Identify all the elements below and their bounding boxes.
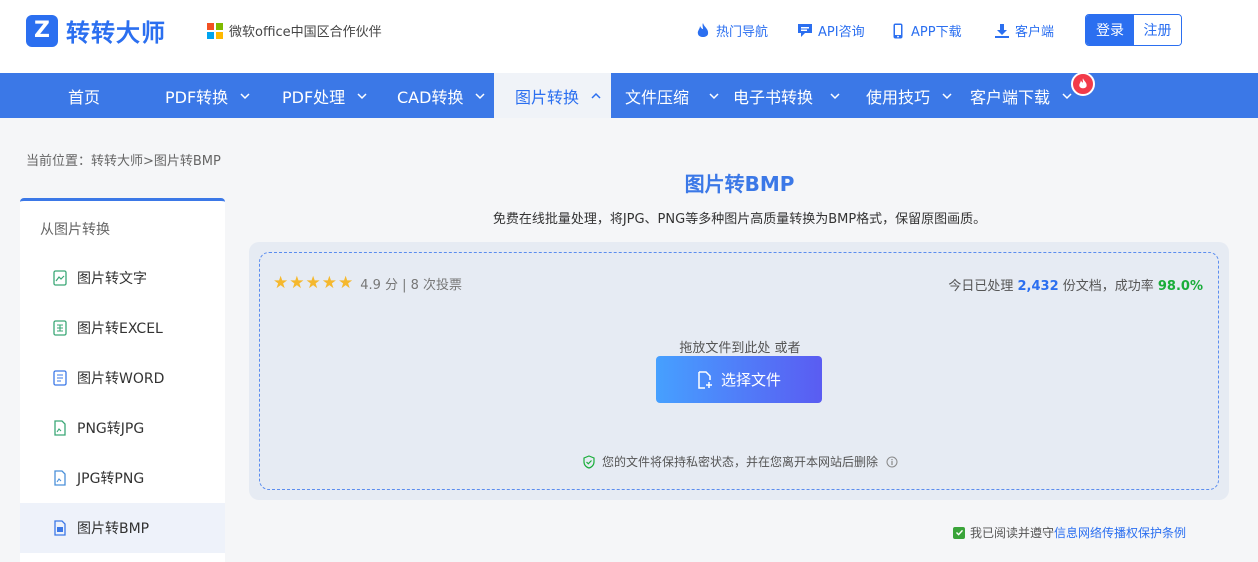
hot-nav-link[interactable]: 热门导航: [695, 21, 768, 40]
png-icon: [53, 420, 67, 436]
agree-prefix: 我已阅读并遵守: [970, 526, 1055, 540]
client-link[interactable]: 客户端: [994, 21, 1054, 40]
bmp-icon: [53, 520, 67, 536]
info-icon[interactable]: [886, 456, 898, 468]
nav-item-client-download[interactable]: 客户端下载: [970, 73, 1072, 118]
rating-stars-icon[interactable]: ★★★★★: [273, 273, 354, 293]
stats-count: 2,432: [1017, 279, 1059, 294]
stats-prefix: 今日已处理: [948, 279, 1018, 294]
sidebar-item-png-to-jpg[interactable]: PNG转JPG: [20, 403, 225, 453]
sidebar-item-label: 图片转BMP: [77, 521, 150, 537]
nav-item-pdf-process[interactable]: PDF处理: [282, 73, 367, 118]
chevron-down-icon: [357, 92, 367, 99]
privacy-note: 您的文件将保持私密状态，并在您离开本网站后删除: [260, 453, 1220, 470]
chevron-up-icon: [591, 92, 601, 99]
fire-icon: [695, 22, 711, 39]
sidebar-item-label: PNG转JPG: [77, 421, 145, 437]
chevron-down-icon: [830, 92, 840, 99]
upload-panel: ★★★★★ 4.9 分 | 8 次投票 今日已处理 2,432 份文档，成功率 …: [249, 242, 1229, 500]
nav-item-ebook-convert[interactable]: 电子书转换: [733, 73, 840, 118]
drop-hint: 拖放文件到此处 或者: [679, 341, 801, 356]
sidebar-item-label: JPG转PNG: [77, 471, 145, 487]
logo-text: 转转大师: [66, 19, 166, 47]
sidebar-item-image-to-bmp[interactable]: 图片转BMP: [20, 503, 225, 553]
image-text-icon: [53, 270, 67, 286]
sidebar-item-image-to-word[interactable]: 图片转WORD: [20, 353, 225, 403]
download-icon: [994, 23, 1010, 39]
phone-icon: [890, 23, 906, 39]
nav-item-file-compress[interactable]: 文件压缩: [625, 73, 719, 118]
nav-item-tips[interactable]: 使用技巧: [866, 73, 952, 118]
chat-icon: [797, 23, 813, 39]
jpg-icon: [53, 470, 67, 486]
sidebar: 从图片转换 图片转文字 图片转EXCEL 图片转WORD PNG转JPG JPG…: [20, 198, 225, 562]
hot-badge-icon: [1071, 72, 1095, 96]
chevron-down-icon: [240, 92, 250, 99]
nav-label: CAD转换: [397, 87, 464, 107]
agree-checkbox[interactable]: [953, 526, 965, 539]
sidebar-item-image-to-excel[interactable]: 图片转EXCEL: [20, 303, 225, 353]
nav-item-pdf-convert[interactable]: PDF转换: [165, 73, 250, 118]
processing-stats: 今日已处理 2,432 份文档，成功率 98.0%: [948, 275, 1203, 294]
nav-label: 文件压缩: [625, 87, 690, 107]
nav-label: 客户端下载: [970, 87, 1051, 107]
chevron-down-icon: [475, 92, 485, 99]
choose-file-label: 选择文件: [720, 371, 781, 389]
nav-label: PDF转换: [165, 87, 229, 107]
excel-icon: [53, 320, 67, 336]
stats-rate: 98.0%: [1157, 279, 1203, 294]
rating[interactable]: ★★★★★ 4.9 分 | 8 次投票: [273, 273, 462, 293]
choose-file-button[interactable]: 选择文件: [656, 356, 822, 403]
sidebar-item-label: 图片转文字: [77, 271, 147, 287]
file-add-icon: [697, 370, 713, 389]
site-header: Z 转转大师 微软office中国区合作伙伴 热门导航 API咨询 APP下载 …: [0, 0, 1258, 73]
nav-item-home[interactable]: 首页: [68, 73, 100, 118]
nav-label: 首页: [68, 87, 101, 107]
nav-label: PDF处理: [282, 87, 346, 107]
sidebar-item-image-to-text[interactable]: 图片转文字: [20, 253, 225, 303]
page-subtitle: 免费在线批量处理，将JPG、PNG等多种图片高质量转换为BMP格式，保留原图画质…: [492, 212, 987, 227]
privacy-text: 您的文件将保持私密状态，并在您离开本网站后删除: [601, 455, 878, 469]
nav-label: 图片转换: [515, 87, 580, 107]
sidebar-item-label: 图片转EXCEL: [77, 321, 163, 337]
agree-link[interactable]: 信息网络传播权保护条例: [1054, 524, 1186, 541]
app-download-label: APP下载: [911, 25, 962, 40]
rating-text: 4.9 分 | 8 次投票: [360, 277, 463, 293]
page-title: 图片转BMP: [684, 172, 795, 196]
chevron-down-icon: [709, 92, 719, 99]
api-consult-label: API咨询: [818, 25, 865, 40]
chevron-down-icon: [1062, 92, 1072, 99]
agreement[interactable]: 我已阅读并遵守 信息网络传播权保护条例: [953, 524, 1186, 541]
nav-label: 电子书转换: [733, 87, 814, 107]
microsoft-partner-badge: 微软office中国区合作伙伴: [207, 21, 382, 40]
shield-check-icon: [582, 454, 596, 469]
site-logo[interactable]: Z 转转大师: [26, 13, 166, 48]
logo-mark-icon: Z: [26, 14, 58, 47]
microsoft-logo-icon: [207, 22, 223, 39]
nav-item-image-convert[interactable]: 图片转换: [494, 73, 611, 118]
chevron-down-icon: [942, 92, 952, 99]
client-label: 客户端: [1015, 25, 1055, 40]
register-button[interactable]: 注册: [1134, 15, 1181, 45]
stats-middle: 份文档，成功率: [1058, 279, 1158, 294]
nav-item-cad-convert[interactable]: CAD转换: [397, 73, 485, 118]
file-drop-zone[interactable]: ★★★★★ 4.9 分 | 8 次投票 今日已处理 2,432 份文档，成功率 …: [259, 252, 1219, 490]
breadcrumb[interactable]: 当前位置：转转大师>图片转BMP: [26, 150, 221, 169]
sidebar-title: 从图片转换: [40, 222, 110, 238]
nav-label: 使用技巧: [866, 87, 931, 107]
hot-nav-label: 热门导航: [716, 25, 769, 40]
sidebar-item-jpg-to-png[interactable]: JPG转PNG: [20, 453, 225, 503]
sidebar-item-label: 图片转WORD: [77, 371, 165, 387]
login-button[interactable]: 登录: [1086, 15, 1134, 45]
main-nav: 首页 PDF转换 PDF处理 CAD转换 图片转换 文件压缩 电子书转换 使用技…: [0, 73, 1258, 118]
app-download-link[interactable]: APP下载: [890, 21, 962, 40]
partner-text: 微软office中国区合作伙伴: [229, 25, 382, 40]
word-icon: [53, 370, 67, 386]
api-consult-link[interactable]: API咨询: [797, 21, 865, 40]
auth-buttons: 登录 注册: [1085, 14, 1182, 46]
